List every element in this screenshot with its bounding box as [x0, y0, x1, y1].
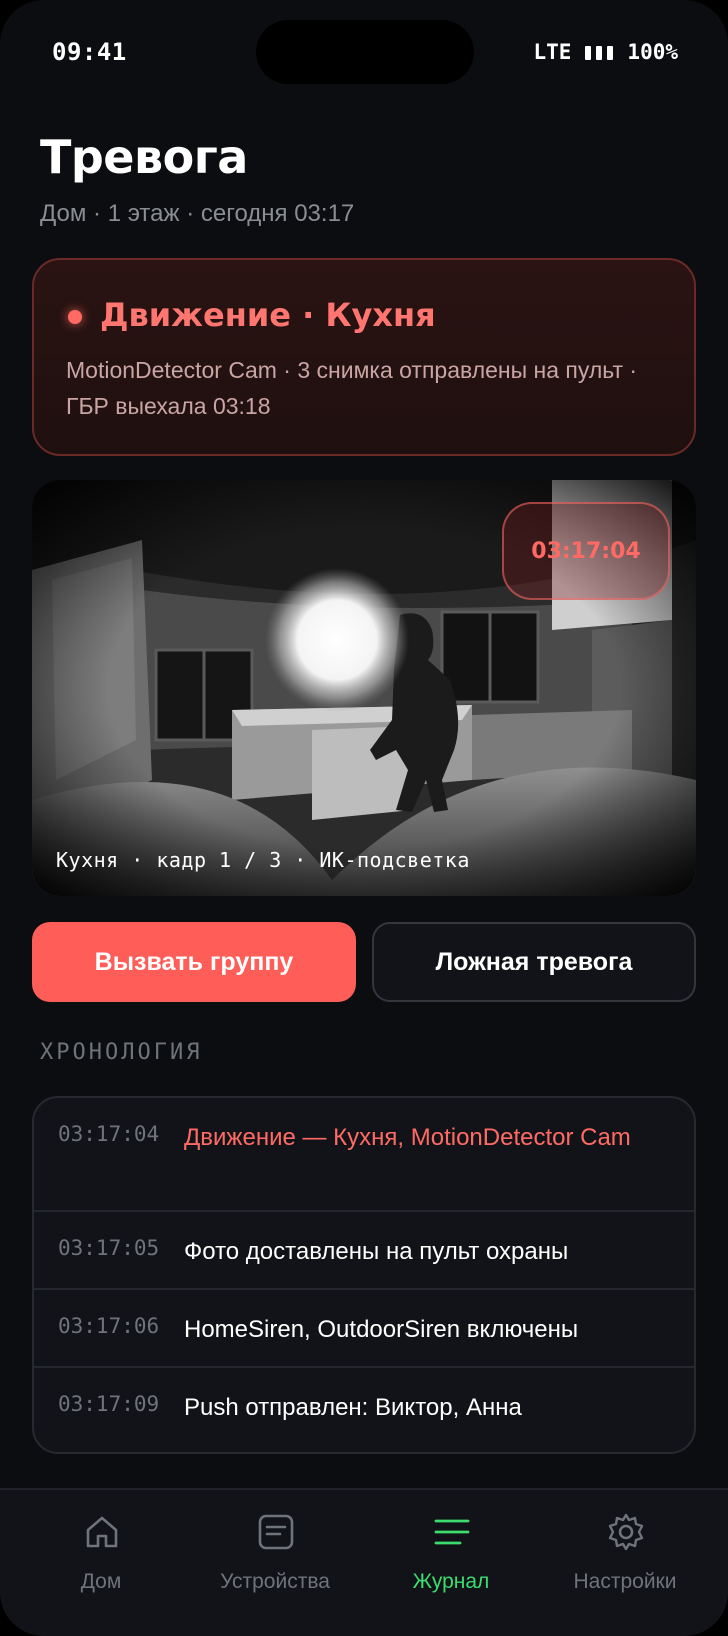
alert-dot-icon [68, 310, 82, 324]
camera-snapshot[interactable]: 03:17:04 Кухня · кадр 1 / 3 · ИК-подсвет… [32, 480, 696, 896]
timeline-text: Push отправлен: Виктор, Анна [184, 1394, 522, 1421]
false-alarm-button[interactable]: Ложная тревога [372, 922, 696, 1002]
alert-description: MotionDetector Cam · 3 снимка отправлены… [66, 357, 638, 419]
timeline-row: 03:17:09 Push отправлен: Виктор, Анна [34, 1368, 694, 1452]
status-time: 09:41 [52, 38, 127, 66]
nav-item-journal[interactable]: Журнал [360, 1490, 542, 1636]
timeline-time: 03:17:04 [58, 1122, 160, 1146]
camera-timestamp: 03:17:04 [502, 502, 670, 600]
battery-label: 100% [627, 40, 678, 64]
home-icon [86, 1516, 118, 1548]
dynamic-island [256, 20, 474, 84]
page-subtitle: Дом · 1 этаж · сегодня 03:17 [40, 200, 355, 227]
nav-item-home[interactable]: Дом [10, 1490, 192, 1636]
status-indicators: LTE 100% [533, 40, 678, 64]
timeline-text: HomeSiren, OutdoorSiren включены [184, 1316, 579, 1343]
nav-label: Устройства [220, 1570, 330, 1593]
bottom-nav: Дом Устройства Журнал Настройки [0, 1488, 728, 1636]
timeline-text: Фото доставлены на пульт охраны [184, 1238, 569, 1265]
nav-label: Дом [80, 1570, 122, 1593]
network-label: LTE [533, 40, 572, 64]
gear-icon [608, 1513, 644, 1551]
timeline-time: 03:17:06 [58, 1314, 160, 1338]
signal-icon [585, 44, 614, 60]
nav-label: Журнал [412, 1570, 490, 1593]
timeline-time: 03:17:09 [58, 1392, 160, 1416]
devices-icon [258, 1514, 294, 1550]
timeline-list: 03:17:04 Движение — Кухня, MotionDetecto… [32, 1096, 696, 1454]
phone-screen: 09:41 LTE 100% Тревога Дом · 1 этаж · се… [0, 0, 728, 1636]
timeline-row: 03:17:06 HomeSiren, OutdoorSiren включен… [34, 1290, 694, 1368]
alert-title: Движение · Кухня [100, 296, 436, 334]
timeline-row: 03:17:05 Фото доставлены на пульт охраны [34, 1212, 694, 1290]
journal-icon [434, 1519, 470, 1545]
page-title: Тревога [40, 130, 248, 184]
nav-item-devices[interactable]: Устройства [184, 1490, 366, 1636]
timeline-time: 03:17:05 [58, 1236, 160, 1260]
status-bar: 09:41 LTE 100% [0, 0, 728, 110]
nav-item-settings[interactable]: Настройки [534, 1490, 716, 1636]
alert-card[interactable]: Движение · Кухня MotionDetector Cam · 3 … [32, 258, 696, 456]
timeline-heading: ХРОНОЛОГИЯ [40, 1040, 203, 1065]
camera-caption: Кухня · кадр 1 / 3 · ИК-подсветка [56, 848, 470, 872]
timeline-text: Движение — Кухня, MotionDetector Cam [184, 1124, 631, 1151]
nav-label: Настройки [573, 1570, 677, 1593]
call-group-button[interactable]: Вызвать группу [32, 922, 356, 1002]
timeline-row: 03:17:04 Движение — Кухня, MotionDetecto… [34, 1098, 694, 1212]
